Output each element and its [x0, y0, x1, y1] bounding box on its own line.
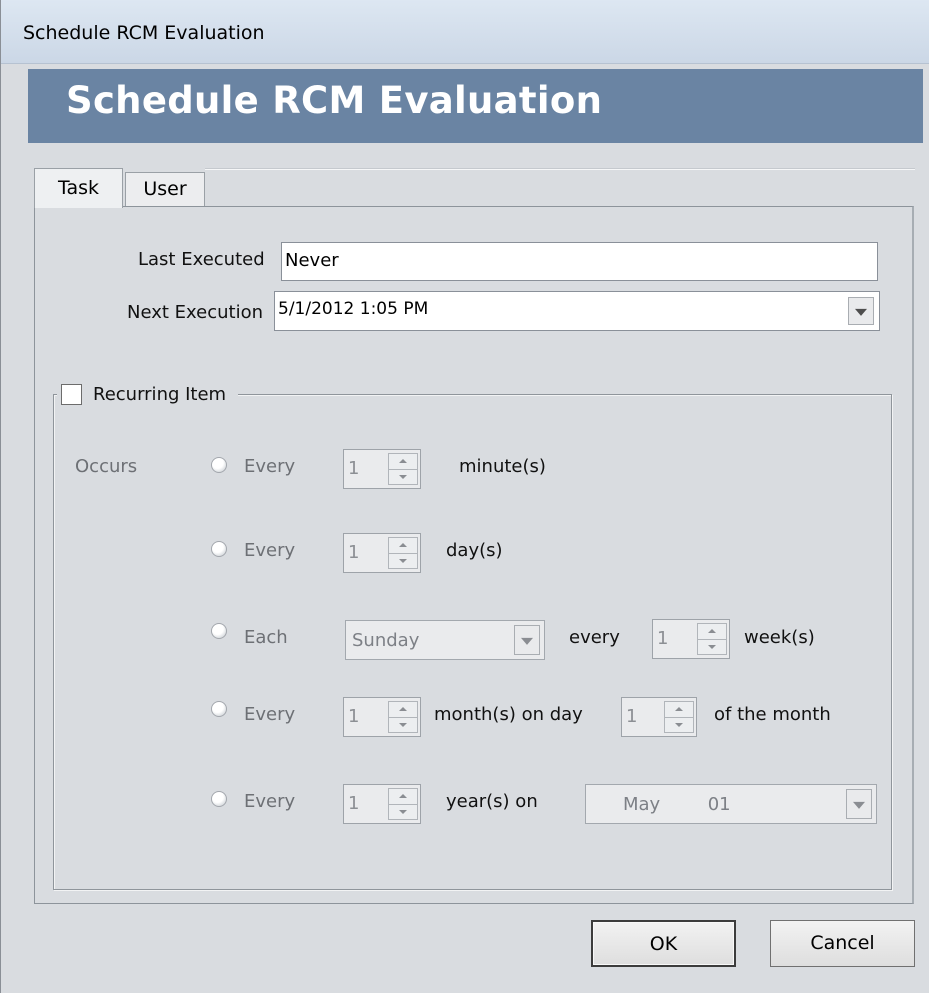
occurs-days-label: Every [244, 540, 296, 561]
chevron-down-icon [853, 801, 865, 809]
month-day-stepper-value: 1 [626, 706, 638, 727]
weeks-every-label: every [569, 627, 620, 648]
occurs-weeks-label: Each [244, 627, 288, 648]
schedule-dialog: Schedule RCM Evaluation Schedule RCM Eva… [0, 0, 929, 993]
window-title: Schedule RCM Evaluation [23, 22, 265, 44]
chevron-down-icon [855, 308, 867, 316]
year-date-month: May [623, 794, 661, 815]
spin-up-icon [399, 543, 407, 547]
title-bar[interactable]: Schedule RCM Evaluation [1, 0, 929, 64]
of-the-month-label: of the month [714, 704, 831, 725]
spin-up-icon [399, 707, 407, 711]
month-day-stepper[interactable]: 1 [621, 697, 697, 737]
spin-down-icon [399, 810, 407, 814]
years-stepper[interactable]: 1 [343, 784, 421, 824]
minutes-stepper-value: 1 [348, 458, 360, 479]
spin-up-icon [399, 794, 407, 798]
months-stepper-buttons[interactable] [388, 701, 418, 733]
next-execution-label: Next Execution [127, 302, 263, 323]
spin-down-icon [399, 559, 407, 563]
spin-up-icon [399, 459, 407, 463]
minutes-stepper-buttons[interactable] [388, 453, 418, 485]
recurring-item-checkbox[interactable] [61, 383, 82, 405]
weekday-dropdown[interactable]: Sunday [345, 620, 545, 660]
tab-strip-line [205, 168, 915, 170]
ok-button[interactable]: OK [591, 920, 736, 967]
months-stepper[interactable]: 1 [343, 697, 421, 737]
occurs-minutes-radio[interactable] [211, 457, 227, 473]
occurs-label: Occurs [75, 456, 138, 477]
occurs-years-radio[interactable] [211, 791, 227, 807]
spin-up-icon [675, 707, 683, 711]
year-date-dropdown-button[interactable] [846, 789, 872, 819]
years-stepper-value: 1 [348, 793, 360, 814]
weeks-unit-label: week(s) [744, 627, 815, 648]
occurs-minutes-label: Every [244, 456, 296, 477]
last-executed-field[interactable]: Never [281, 242, 878, 281]
occurs-months-label: Every [244, 704, 296, 725]
weeks-stepper-buttons[interactable] [697, 623, 727, 655]
days-stepper[interactable]: 1 [343, 533, 421, 573]
days-stepper-buttons[interactable] [388, 537, 418, 569]
months-stepper-value: 1 [348, 706, 360, 727]
task-panel: Last Executed Never Next Execution 5/1/2… [34, 206, 914, 904]
occurs-days-radio[interactable] [211, 541, 227, 557]
weekday-dropdown-value: Sunday [352, 630, 420, 651]
weekday-dropdown-button[interactable] [514, 625, 540, 655]
occurs-years-label: Every [244, 791, 296, 812]
spin-down-icon [708, 645, 716, 649]
recurring-item-toggle[interactable]: Recurring Item [57, 379, 239, 409]
spin-down-icon [675, 723, 683, 727]
weeks-stepper[interactable]: 1 [652, 619, 730, 659]
spin-down-icon [399, 475, 407, 479]
month-day-stepper-buttons[interactable] [664, 701, 694, 733]
tab-user[interactable]: User [125, 172, 205, 206]
recurring-item-label: Recurring Item [93, 383, 227, 405]
weeks-stepper-value: 1 [657, 628, 669, 649]
tab-task[interactable]: Task [34, 168, 123, 208]
chevron-down-icon [521, 637, 533, 645]
header-banner: Schedule RCM Evaluation [28, 69, 923, 143]
occurs-months-radio[interactable] [211, 701, 227, 717]
banner-title: Schedule RCM Evaluation [66, 79, 603, 122]
spin-down-icon [399, 723, 407, 727]
tab-task-label: Task [57, 177, 99, 199]
next-execution-field[interactable]: 5/1/2012 1:05 PM [274, 291, 880, 331]
last-executed-label: Last Executed [138, 249, 265, 270]
days-unit-label: day(s) [446, 540, 503, 561]
year-date-dropdown[interactable]: May 01 [585, 784, 877, 824]
months-unit-label: month(s) on day [434, 704, 583, 725]
tab-user-label: User [143, 178, 187, 200]
minutes-unit-label: minute(s) [459, 456, 546, 477]
next-execution-value: 5/1/2012 1:05 PM [278, 299, 429, 319]
spin-up-icon [708, 629, 716, 633]
years-stepper-buttons[interactable] [388, 788, 418, 820]
next-execution-dropdown-button[interactable] [848, 297, 874, 325]
years-unit-label: year(s) on [446, 791, 538, 812]
year-date-day: 01 [707, 794, 731, 815]
cancel-button[interactable]: Cancel [770, 920, 915, 967]
occurs-weeks-radio[interactable] [211, 623, 227, 639]
days-stepper-value: 1 [348, 542, 360, 563]
minutes-stepper[interactable]: 1 [343, 449, 421, 489]
